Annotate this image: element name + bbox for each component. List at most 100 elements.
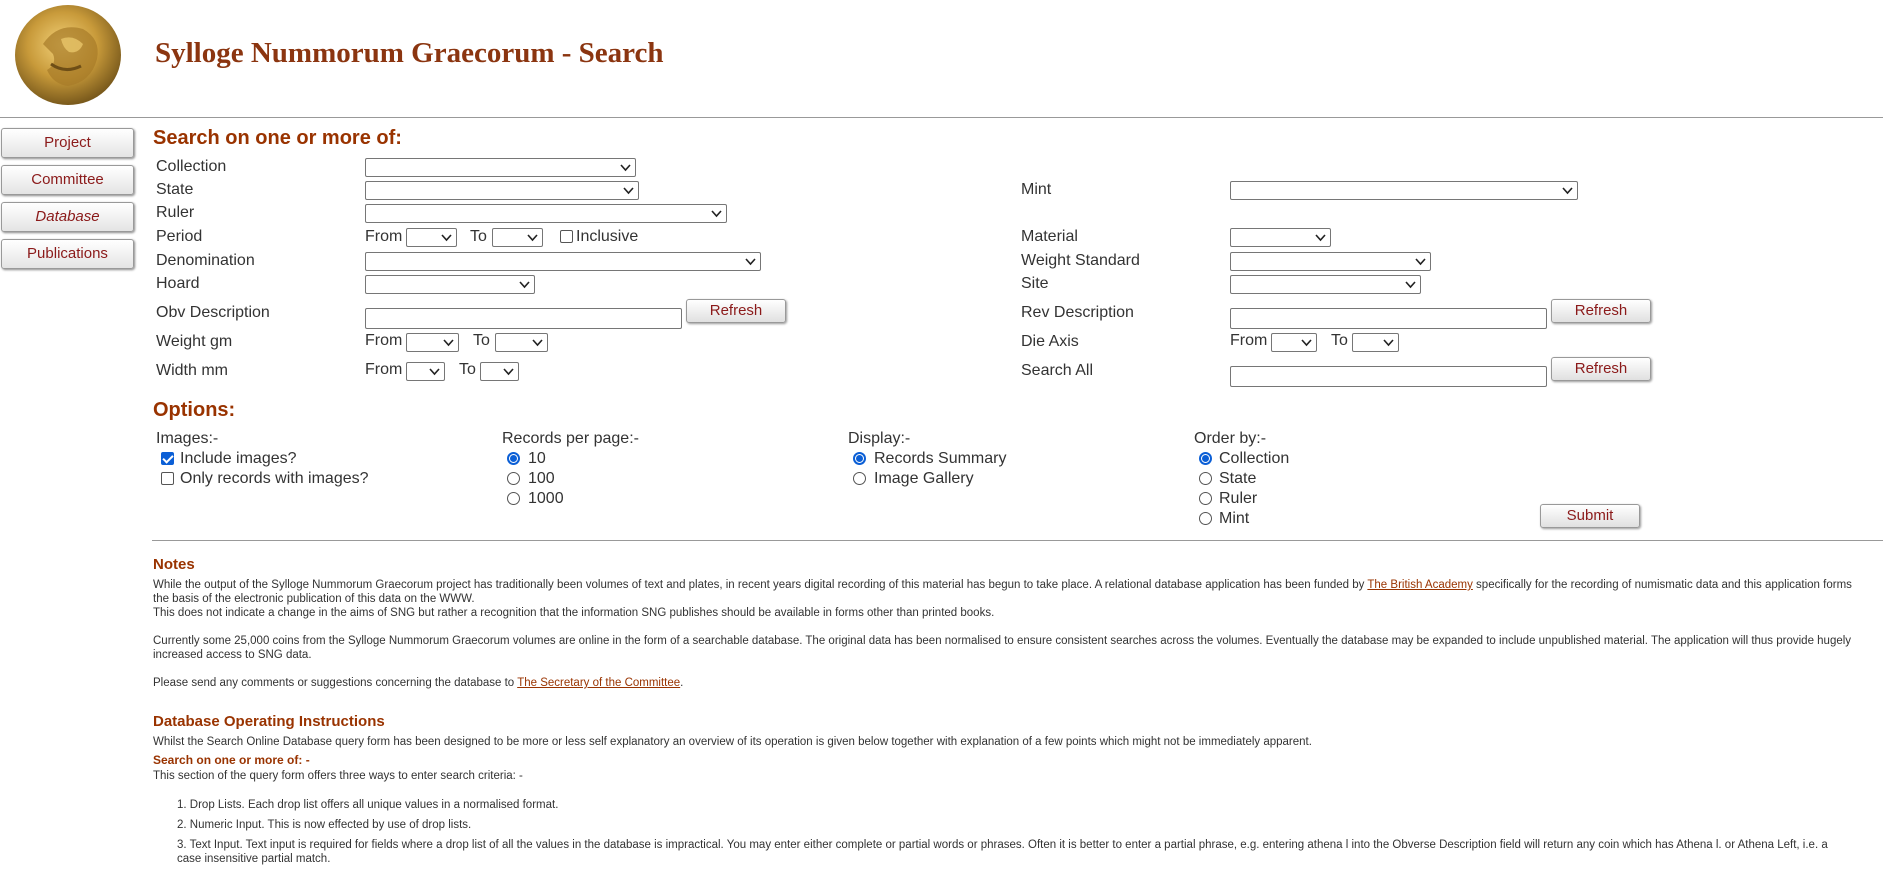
- chevron-down-icon: [532, 339, 543, 347]
- weight-from-select[interactable]: [406, 333, 459, 352]
- instruction-item: 2. Numeric Input. This is now effected b…: [177, 819, 472, 831]
- order-ruler-label: Ruler: [1219, 490, 1258, 507]
- nav-project-button[interactable]: Project: [1, 128, 134, 158]
- die-axis-from-select[interactable]: [1271, 333, 1317, 352]
- denomination-select[interactable]: [365, 252, 761, 271]
- instructions-heading: Database Operating Instructions: [153, 713, 385, 730]
- collection-label: Collection: [156, 158, 227, 175]
- chevron-down-icon: [623, 187, 634, 195]
- chevron-down-icon: [745, 258, 756, 266]
- die-axis-to-select[interactable]: [1352, 333, 1399, 352]
- weight-to-label: To: [473, 332, 490, 349]
- obv-description-input[interactable]: [365, 308, 682, 329]
- records-100-label: 100: [528, 470, 555, 487]
- ruler-label: Ruler: [156, 204, 195, 221]
- weight-from-label: From: [365, 332, 403, 349]
- nav-committee-button[interactable]: Committee: [1, 165, 134, 195]
- include-images-checkbox[interactable]: [161, 452, 174, 465]
- obv-description-label: Obv Description: [156, 304, 270, 321]
- chevron-down-icon: [519, 281, 530, 289]
- include-images-label: Include images?: [180, 450, 297, 467]
- width-to-select[interactable]: [480, 362, 519, 381]
- british-academy-link[interactable]: The British Academy: [1367, 579, 1472, 591]
- rev-description-input[interactable]: [1230, 308, 1547, 329]
- obv-refresh-button[interactable]: Refresh: [686, 299, 786, 323]
- hoard-select[interactable]: [365, 275, 535, 294]
- notes-paragraph-4: Please send any comments or suggestions …: [153, 677, 684, 689]
- order-collection-radio[interactable]: [1199, 452, 1212, 465]
- images-label: Images:-: [156, 430, 219, 447]
- committee-secretary-link[interactable]: The Secretary of the Committee: [517, 677, 680, 689]
- display-summary-radio[interactable]: [853, 452, 866, 465]
- rev-refresh-button[interactable]: Refresh: [1551, 299, 1651, 323]
- order-state-radio[interactable]: [1199, 472, 1212, 485]
- hoard-label: Hoard: [156, 275, 200, 292]
- mint-select[interactable]: [1230, 181, 1578, 200]
- divider: [152, 540, 1883, 541]
- records-100-radio[interactable]: [507, 472, 520, 485]
- width-from-label: From: [365, 361, 403, 378]
- state-label: State: [156, 181, 194, 198]
- instructions-subheading: Search on one or more of: -: [153, 753, 310, 767]
- records-10-radio[interactable]: [507, 452, 520, 465]
- chevron-down-icon: [620, 164, 631, 172]
- chevron-down-icon: [1562, 187, 1573, 195]
- inclusive-label: Inclusive: [576, 228, 639, 245]
- site-select[interactable]: [1230, 275, 1421, 294]
- period-to-select[interactable]: [492, 228, 543, 247]
- width-label: Width mm: [156, 362, 228, 379]
- chevron-down-icon: [441, 234, 452, 242]
- chevron-down-icon: [1301, 339, 1312, 347]
- records-1000-label: 1000: [528, 490, 564, 507]
- instructions-intro: Whilst the Search Online Database query …: [153, 736, 1312, 748]
- records-per-page-label: Records per page:-: [502, 430, 639, 447]
- weight-standard-label: Weight Standard: [1021, 252, 1140, 269]
- notes-paragraph-3: Currently some 25,000 coins from the Syl…: [153, 635, 1852, 661]
- chevron-down-icon: [1315, 234, 1326, 242]
- rev-description-label: Rev Description: [1021, 304, 1134, 321]
- width-from-select[interactable]: [406, 362, 445, 381]
- options-heading: Options:: [153, 399, 236, 421]
- state-select[interactable]: [365, 181, 639, 200]
- weight-label: Weight gm: [156, 333, 233, 350]
- ruler-select[interactable]: [365, 204, 727, 223]
- search-heading: Search on one or more of:: [153, 127, 402, 149]
- only-images-checkbox[interactable]: [161, 472, 174, 485]
- notes-paragraph-2: This does not indicate a change in the a…: [153, 607, 995, 619]
- period-from-select[interactable]: [406, 228, 457, 247]
- order-mint-radio[interactable]: [1199, 512, 1212, 525]
- chevron-down-icon: [1415, 258, 1426, 266]
- display-gallery-radio[interactable]: [853, 472, 866, 485]
- width-to-label: To: [459, 361, 476, 378]
- period-label: Period: [156, 228, 203, 245]
- display-gallery-label: Image Gallery: [874, 470, 974, 487]
- period-from-label: From: [365, 228, 403, 245]
- coin-logo-image: [15, 5, 121, 105]
- only-images-label: Only records with images?: [180, 470, 369, 487]
- display-label: Display:-: [848, 430, 911, 447]
- notes-heading: Notes: [153, 556, 195, 573]
- order-ruler-radio[interactable]: [1199, 492, 1212, 505]
- chevron-down-icon: [1383, 339, 1394, 347]
- order-state-label: State: [1219, 470, 1257, 487]
- material-select[interactable]: [1230, 228, 1331, 247]
- submit-button[interactable]: Submit: [1540, 504, 1640, 528]
- collection-select[interactable]: [365, 158, 636, 177]
- instruction-item: 3. Text Input. Text input is required fo…: [177, 839, 1828, 865]
- search-all-refresh-button[interactable]: Refresh: [1551, 357, 1651, 381]
- nav-database-button[interactable]: Database: [1, 202, 134, 232]
- chevron-down-icon: [503, 368, 514, 376]
- die-axis-to-label: To: [1331, 332, 1348, 349]
- inclusive-checkbox[interactable]: [560, 230, 573, 243]
- search-all-input[interactable]: [1230, 366, 1547, 387]
- chevron-down-icon: [429, 368, 440, 376]
- period-to-label: To: [470, 228, 487, 245]
- page-header: Sylloge Nummorum Graecorum - Search: [0, 0, 1883, 118]
- notes-paragraph-1: While the output of the Sylloge Nummorum…: [153, 579, 1852, 605]
- weight-to-select[interactable]: [495, 333, 548, 352]
- weight-standard-select[interactable]: [1230, 252, 1431, 271]
- chevron-down-icon: [1405, 281, 1416, 289]
- nav-publications-button[interactable]: Publications: [1, 239, 134, 269]
- die-axis-from-label: From: [1230, 332, 1268, 349]
- records-1000-radio[interactable]: [507, 492, 520, 505]
